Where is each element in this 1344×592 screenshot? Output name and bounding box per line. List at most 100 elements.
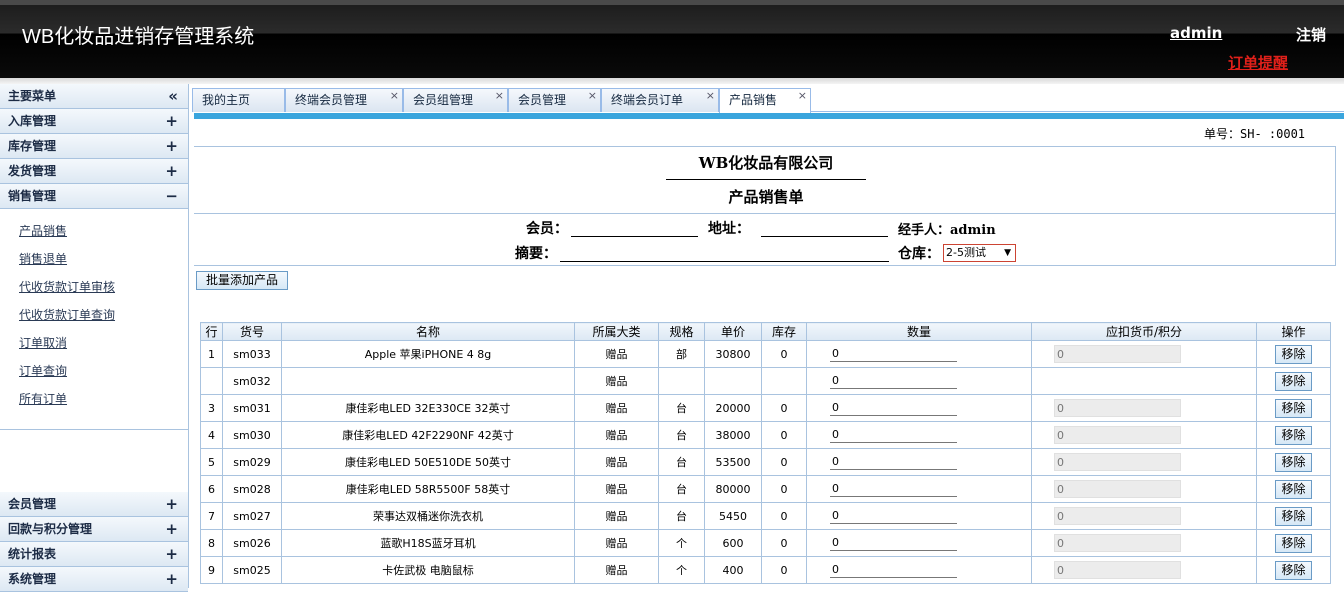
quantity-input[interactable]: 0 xyxy=(830,347,957,362)
table-row: 5 sm029 康佳彩电LED 50E510DE 50英寸 赠品台 53500 0 0 0 移除 xyxy=(200,448,1331,476)
close-icon[interactable]: × xyxy=(798,85,807,107)
sidebar-section[interactable]: 统计报表 + xyxy=(0,542,188,567)
sidebar-link[interactable]: 销售退单 xyxy=(19,245,188,273)
tab-1[interactable]: 我的主页 xyxy=(192,88,285,112)
tab-bar: 我的主页 终端会员管理 × 会员组管理 × 会员管理 × 终端会员订单 × 产品销售 × xyxy=(192,84,1344,113)
sku-cell: sm030 xyxy=(222,421,282,449)
price-cell: 5450 xyxy=(704,502,762,530)
sidebar-section[interactable]: 销售管理 − xyxy=(0,184,188,209)
action-cell: 移除 xyxy=(1256,556,1331,584)
close-icon[interactable]: × xyxy=(588,85,597,107)
plus-icon[interactable]: + xyxy=(165,567,178,592)
column-header: 操作 xyxy=(1256,322,1331,341)
remove-button[interactable]: 移除 xyxy=(1275,452,1312,472)
summary-field[interactable] xyxy=(560,261,889,262)
minus-icon[interactable]: − xyxy=(165,184,178,209)
remove-button[interactable]: 移除 xyxy=(1275,479,1312,499)
app-title: WB化妆品进销存管理系统 xyxy=(22,26,255,48)
quantity-input[interactable]: 0 xyxy=(830,563,957,578)
sidebar-title[interactable]: 主要菜单 « xyxy=(0,84,188,109)
sidebar-link[interactable]: 代收货款订单查询 xyxy=(19,301,188,329)
sidebar-section[interactable]: 库存管理 + xyxy=(0,134,188,159)
sidebar-section[interactable]: 会员管理 + xyxy=(0,492,188,517)
member-field[interactable] xyxy=(571,236,698,237)
quantity-input[interactable]: 0 xyxy=(830,374,957,389)
remove-button[interactable]: 移除 xyxy=(1275,560,1312,580)
price-cell: 400 xyxy=(704,556,762,584)
tab-4[interactable]: 会员管理 × xyxy=(508,88,601,112)
sku-cell: sm032 xyxy=(222,367,282,395)
remove-button[interactable]: 移除 xyxy=(1275,506,1312,526)
tab-6[interactable]: 产品销售 × xyxy=(719,88,811,113)
points-input: 0 xyxy=(1054,399,1181,417)
quantity-input[interactable]: 0 xyxy=(830,455,957,470)
column-header: 行 xyxy=(200,322,223,341)
remove-button[interactable]: 移除 xyxy=(1275,371,1312,391)
quantity-input[interactable]: 0 xyxy=(830,536,957,551)
stock-cell: 0 xyxy=(761,421,807,449)
sidebar-section[interactable]: 入库管理 + xyxy=(0,109,188,134)
sidebar-link[interactable]: 订单取消 xyxy=(19,329,188,357)
sidebar-link[interactable]: 所有订单 xyxy=(19,385,188,413)
plus-icon[interactable]: + xyxy=(165,159,178,184)
sidebar-section[interactable]: 发货管理 + xyxy=(0,159,188,184)
unit-cell: 个 xyxy=(658,556,705,584)
unit-cell: 台 xyxy=(658,421,705,449)
warehouse-select[interactable]: 2-5测试 ▼ xyxy=(943,244,1016,262)
sidebar-link[interactable]: 订单查询 xyxy=(19,357,188,385)
sidebar-section[interactable]: 回款与积分管理 + xyxy=(0,517,188,542)
sidebar-link[interactable]: 产品销售 xyxy=(19,217,188,245)
remove-button[interactable]: 移除 xyxy=(1275,344,1312,364)
remove-button[interactable]: 移除 xyxy=(1275,533,1312,553)
double-chevron-left-icon[interactable]: « xyxy=(168,84,178,109)
sidebar-section-label: 库存管理 xyxy=(8,139,57,153)
table-row: 8 sm026 蓝歌H18S蓝牙耳机 赠品个 600 0 0 0 移除 xyxy=(200,529,1331,557)
plus-icon[interactable]: + xyxy=(165,134,178,159)
stock-cell xyxy=(761,367,807,395)
plus-icon[interactable]: + xyxy=(165,109,178,134)
category-cell: 赠品 xyxy=(574,556,659,584)
price-cell: 53500 xyxy=(704,448,762,476)
tab-3[interactable]: 会员组管理 × xyxy=(403,88,508,112)
points-cell: 0 xyxy=(1031,340,1257,368)
remove-button[interactable]: 移除 xyxy=(1275,425,1312,445)
plus-icon[interactable]: + xyxy=(165,492,178,517)
batch-add-button[interactable]: 批量添加产品 xyxy=(196,271,288,290)
tab-2[interactable]: 终端会员管理 × xyxy=(285,88,403,112)
points-input: 0 xyxy=(1054,480,1181,498)
sidebar-section[interactable]: 系统管理 + xyxy=(0,567,188,592)
action-cell: 移除 xyxy=(1256,502,1331,530)
plus-icon[interactable]: + xyxy=(165,517,178,542)
quantity-input[interactable]: 0 xyxy=(830,428,957,443)
sku-cell: sm026 xyxy=(222,529,282,557)
close-icon[interactable]: × xyxy=(495,85,504,107)
user-link[interactable]: admin xyxy=(1170,24,1222,42)
table-row: 6 sm028 康佳彩电LED 58R5500F 58英寸 赠品台 80000 0 0 0 移除 xyxy=(200,475,1331,503)
tab-5[interactable]: 终端会员订单 × xyxy=(601,88,719,112)
category-cell: 赠品 xyxy=(574,421,659,449)
close-icon[interactable]: × xyxy=(706,85,715,107)
stock-cell: 0 xyxy=(761,448,807,476)
sidebar-link[interactable]: 代收货款订单审核 xyxy=(19,273,188,301)
quantity-input[interactable]: 0 xyxy=(830,482,957,497)
plus-icon[interactable]: + xyxy=(165,542,178,567)
unit-cell: 台 xyxy=(658,475,705,503)
sku-cell: sm028 xyxy=(222,475,282,503)
quantity-input[interactable]: 0 xyxy=(830,401,957,416)
sidebar-section-label: 销售管理 xyxy=(8,189,57,203)
tab-label: 会员组管理 xyxy=(413,93,474,107)
quantity-input[interactable]: 0 xyxy=(830,509,957,524)
handler-text: 经手人：admin xyxy=(898,223,996,238)
price-cell: 20000 xyxy=(704,394,762,422)
close-icon[interactable]: × xyxy=(390,85,399,107)
name-cell xyxy=(281,367,575,395)
row-number-cell: 7 xyxy=(200,502,223,530)
order-alert-link[interactable]: 订单提醒 xyxy=(1228,52,1288,73)
sales-submenu: 产品销售 销售退单 代收货款订单审核 代收货款订单查询 订单取消 订单查询 所有订单 xyxy=(0,209,188,430)
logout-link[interactable]: 注销 xyxy=(1296,24,1326,45)
address-field[interactable] xyxy=(761,236,888,237)
sidebar-title-label: 主要菜单 xyxy=(8,89,57,103)
document-title: 产品销售单 xyxy=(728,188,804,206)
points-cell: 0 xyxy=(1031,556,1257,584)
remove-button[interactable]: 移除 xyxy=(1275,398,1312,418)
